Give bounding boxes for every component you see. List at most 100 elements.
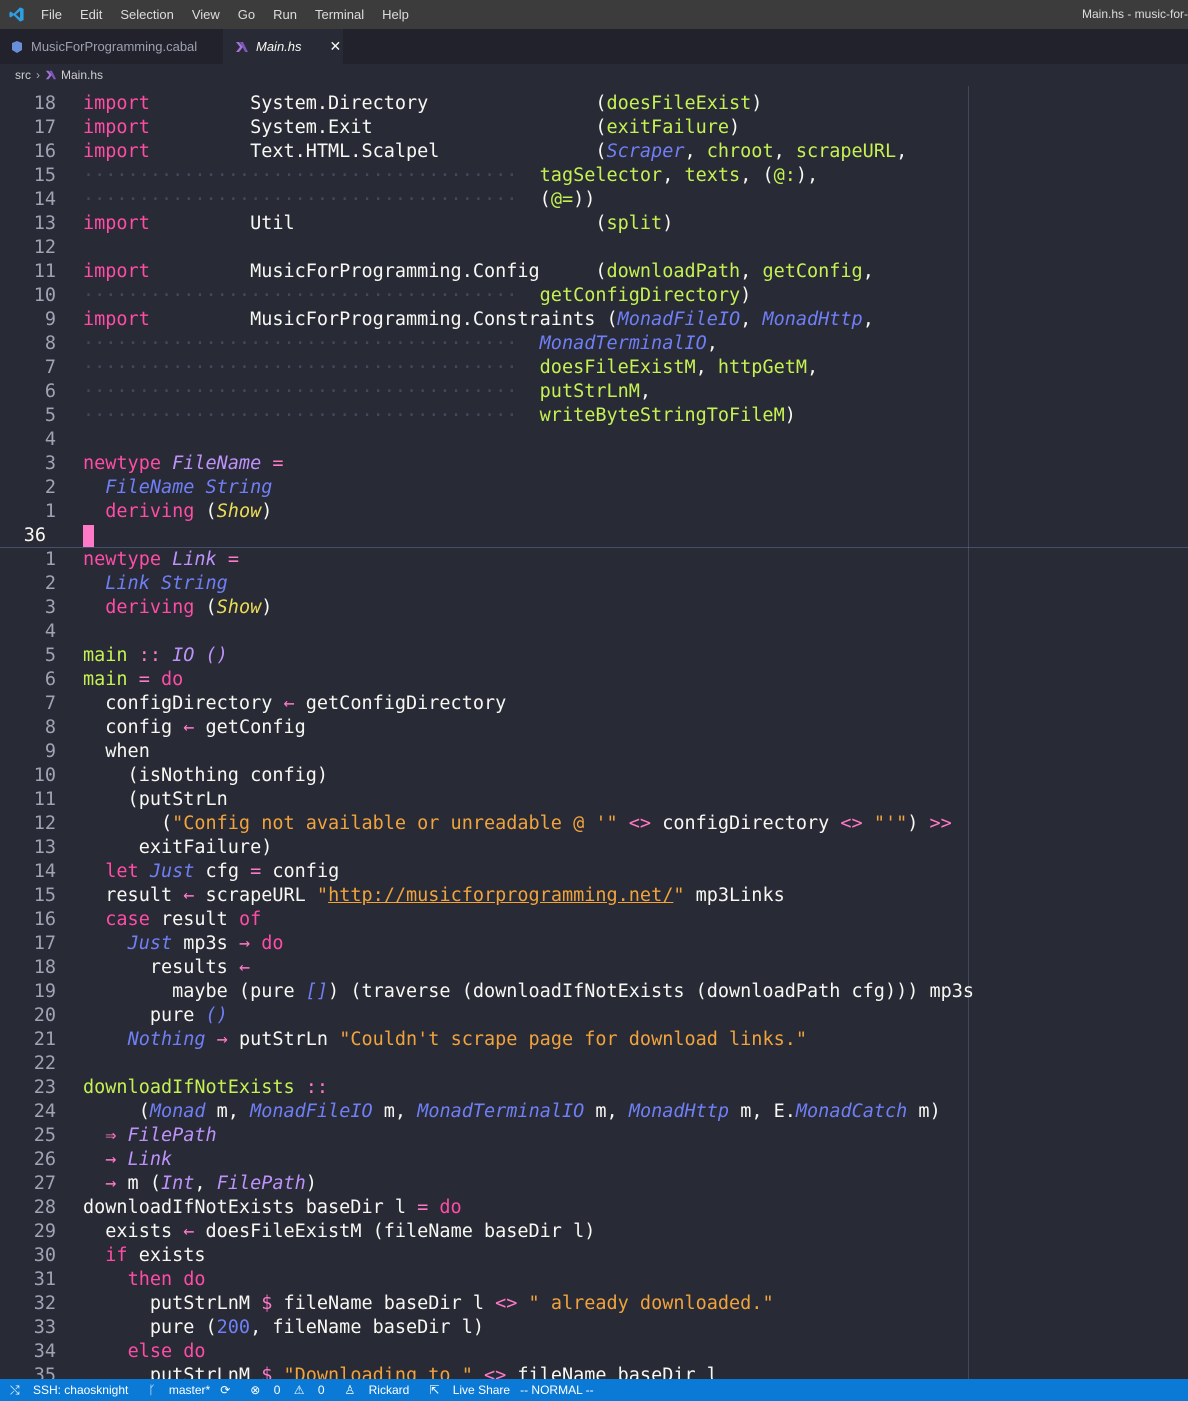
code-line[interactable]: 4 (0, 620, 1188, 644)
tab-main-hs[interactable]: Main.hs ✕ (223, 29, 343, 64)
code-line[interactable]: 9 import MusicForProgramming.Constraints … (0, 308, 1188, 332)
code-line[interactable]: 32 putStrLnM $ fileName baseDir l <> " a… (0, 1292, 1188, 1316)
line-number: 15 (33, 885, 56, 906)
code-line[interactable]: 16 import Text.HTML.Scalpel (Scraper, chr… (0, 140, 1188, 164)
code-token: , (862, 261, 874, 282)
code-text: main = do (83, 668, 183, 692)
code-text: let Just cfg = config (83, 860, 339, 884)
error-count: 0 (273, 1383, 281, 1397)
code-line[interactable]: 27 → m (Int, FilePath) (0, 1172, 1188, 1196)
code-line[interactable]: 15 result ← scrapeURL "http://musicforpr… (0, 884, 1188, 908)
code-line[interactable]: 11 import MusicForProgramming.Config (dow… (0, 260, 1188, 284)
code-line[interactable]: 16 case result of (0, 908, 1188, 932)
code-line[interactable]: 10 (isNothing config) (0, 764, 1188, 788)
code-token: , fileName baseDir l) (250, 1317, 484, 1338)
current-line[interactable]: 36 (0, 524, 1188, 548)
menu-item[interactable]: Terminal (315, 7, 364, 22)
code-line[interactable]: 9 when (0, 740, 1188, 764)
code-line[interactable]: 17 import System.Exit (exitFailure) (0, 116, 1188, 140)
breadcrumb-file[interactable]: Main.hs (61, 68, 103, 82)
code-token: " (316, 885, 329, 906)
live-share-button[interactable]: ⇱ Live Share (419, 1383, 510, 1397)
close-icon[interactable]: ✕ (330, 38, 342, 55)
code-line[interactable]: 20 pure () (0, 1004, 1188, 1028)
breadcrumb-folder[interactable]: src (15, 68, 31, 82)
code-line[interactable]: 5 main :: IO () (0, 644, 1188, 668)
code-editor[interactable]: 18 import System.Directory (doesFileExist… (0, 86, 1188, 1379)
code-line[interactable]: 2 Link String (0, 572, 1188, 596)
code-line[interactable]: 5 ·······································… (0, 404, 1188, 428)
code-text: ······································· … (83, 188, 595, 212)
branch-indicator[interactable]: ᚴ master* (138, 1383, 210, 1397)
menu-item[interactable]: Help (382, 7, 409, 22)
code-line[interactable]: 35 putStrLnM $ "Downloading to " <> file… (0, 1364, 1188, 1379)
code-line[interactable]: 3 deriving (Show) (0, 596, 1188, 620)
code-text: ("Config not available or unreadable @ '… (83, 812, 952, 836)
code-line[interactable]: 28 downloadIfNotExists baseDir l = do (0, 1196, 1188, 1220)
code-line[interactable]: 8 config ← getConfig (0, 716, 1188, 740)
menu-item[interactable]: View (192, 7, 220, 22)
code-token: import (83, 93, 150, 114)
menu-item[interactable]: Go (238, 7, 255, 22)
menu-item[interactable]: File (41, 7, 62, 22)
code-line[interactable]: 1 newtype Link = (0, 548, 1188, 572)
code-line[interactable]: 19 maybe (pure []) (traverse (downloadIf… (0, 980, 1188, 1004)
code-token: main (83, 645, 128, 666)
code-line[interactable]: 8 ·······································… (0, 332, 1188, 356)
code-line[interactable]: 1 deriving (Show) (0, 500, 1188, 524)
code-line[interactable]: 22 (0, 1052, 1188, 1076)
code-line[interactable]: 7 configDirectory ← getConfigDirectory (0, 692, 1188, 716)
code-line[interactable]: 11 (putStrLn (0, 788, 1188, 812)
problems-indicator[interactable]: ⊗ 0 ⚠ 0 (240, 1383, 324, 1397)
code-line[interactable]: 33 pure (200, fileName baseDir l) (0, 1316, 1188, 1340)
code-line[interactable]: 12 ("Config not available or unreadable … (0, 812, 1188, 836)
code-token: Util (149, 213, 596, 234)
code-line[interactable]: 15 ······································… (0, 164, 1188, 188)
menu-item[interactable]: Edit (80, 7, 102, 22)
sync-icon[interactable]: ⟳ (220, 1383, 230, 1397)
code-line[interactable]: 29 exists ← doesFileExistM (fileName bas… (0, 1220, 1188, 1244)
code-line[interactable]: 14 let Just cfg = config (0, 860, 1188, 884)
code-line[interactable]: 23 downloadIfNotExists :: (0, 1076, 1188, 1100)
warning-icon: ⚠ (293, 1383, 305, 1397)
menu-item[interactable]: Run (273, 7, 297, 22)
code-line[interactable]: 25 ⇒ FilePath (0, 1124, 1188, 1148)
code-line[interactable]: 30 if exists (0, 1244, 1188, 1268)
code-line[interactable]: 24 (Monad m, MonadFileIO m, MonadTermina… (0, 1100, 1188, 1124)
code-line[interactable]: 7 ·······································… (0, 356, 1188, 380)
code-line[interactable]: 4 (0, 428, 1188, 452)
code-line[interactable]: 12 (0, 236, 1188, 260)
code-token: m, (205, 1101, 251, 1122)
user-indicator[interactable]: ♙ Rickard (335, 1383, 410, 1397)
code-token: exists (127, 1245, 206, 1266)
code-line[interactable]: 3 newtype FileName = (0, 452, 1188, 476)
remote-indicator[interactable]: ⤭ SSH: chaosknight (10, 1383, 128, 1398)
code-line[interactable]: 26 → Link (0, 1148, 1188, 1172)
code-line[interactable]: 31 then do (0, 1268, 1188, 1292)
code-line[interactable]: 13 import Util (split) (0, 212, 1188, 236)
code-line[interactable]: 13 exitFailure) (0, 836, 1188, 860)
code-token: doesFileExistM (539, 357, 696, 378)
code-token: pure ( (83, 1317, 217, 1338)
code-line[interactable]: 18 import System.Directory (doesFileExist… (0, 92, 1188, 116)
code-line[interactable]: 2 FileName String (0, 476, 1188, 500)
code-line[interactable]: 34 else do (0, 1340, 1188, 1364)
tab-cabal[interactable]: MusicForProgramming.cabal (0, 29, 223, 64)
code-line[interactable]: 14 ······································… (0, 188, 1188, 212)
menu-item[interactable]: Selection (120, 7, 173, 22)
code-line[interactable]: 6 ·······································… (0, 380, 1188, 404)
code-token: import (83, 141, 150, 162)
code-token: case (105, 909, 150, 930)
code-text: (Monad m, MonadFileIO m, MonadTerminalIO… (83, 1100, 941, 1124)
code-line[interactable]: 6 main = do (0, 668, 1188, 692)
code-line[interactable]: 17 Just mp3s → do (0, 932, 1188, 956)
code-token: Show (216, 597, 262, 618)
code-line[interactable]: 21 Nothing → putStrLn "Couldn't scrape p… (0, 1028, 1188, 1052)
text-cursor (83, 525, 94, 547)
code-line[interactable]: 10 ······································… (0, 284, 1188, 308)
code-line[interactable]: 18 results ← (0, 956, 1188, 980)
